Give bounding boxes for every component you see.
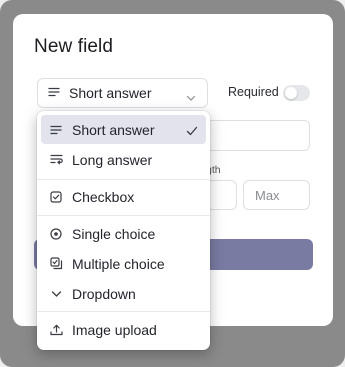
field-type-select[interactable]: Short answer [37, 78, 208, 108]
checkbox-icon [49, 190, 63, 204]
item-label: Multiple choice [72, 255, 165, 272]
short-text-icon [48, 84, 60, 102]
long-text-icon [49, 153, 63, 167]
short-text-icon [49, 123, 63, 137]
dropdown-item-long-answer[interactable]: Long answer [41, 145, 206, 174]
toggle-knob [285, 87, 297, 99]
required-label: Required [228, 85, 279, 99]
field-type-dropdown: Short answer Long answer Checkbox Single… [37, 111, 210, 350]
field-name-input[interactable] [206, 120, 310, 151]
dropdown-item-image-upload[interactable]: Image upload [41, 315, 206, 344]
upload-icon [49, 323, 63, 337]
dropdown-item-checkbox[interactable]: Checkbox [41, 182, 206, 211]
separator [37, 311, 210, 312]
chevron-down-icon [49, 287, 63, 301]
check-icon [186, 123, 198, 139]
item-label: Short answer [72, 121, 155, 138]
required-toggle[interactable] [283, 85, 310, 101]
item-label: Image upload [72, 321, 157, 338]
max-length-input[interactable]: Max [243, 180, 310, 210]
dialog-title: New field [34, 36, 114, 57]
dropdown-item-multiple-choice[interactable]: Multiple choice [41, 249, 206, 278]
dropdown-item-single-choice[interactable]: Single choice [41, 219, 206, 248]
dropdown-item-dropdown[interactable]: Dropdown [41, 279, 206, 308]
item-label: Dropdown [72, 285, 136, 302]
item-label: Long answer [72, 151, 153, 168]
item-label: Single choice [72, 225, 156, 242]
radio-icon [49, 227, 63, 241]
field-type-label: Short answer [69, 85, 152, 101]
dropdown-item-short-answer[interactable]: Short answer [41, 115, 206, 144]
item-label: Checkbox [72, 188, 135, 205]
chevron-down-icon [186, 89, 196, 107]
min-length-input[interactable] [206, 180, 237, 210]
separator [37, 215, 210, 216]
multi-choice-icon [49, 257, 63, 271]
separator [37, 179, 210, 180]
